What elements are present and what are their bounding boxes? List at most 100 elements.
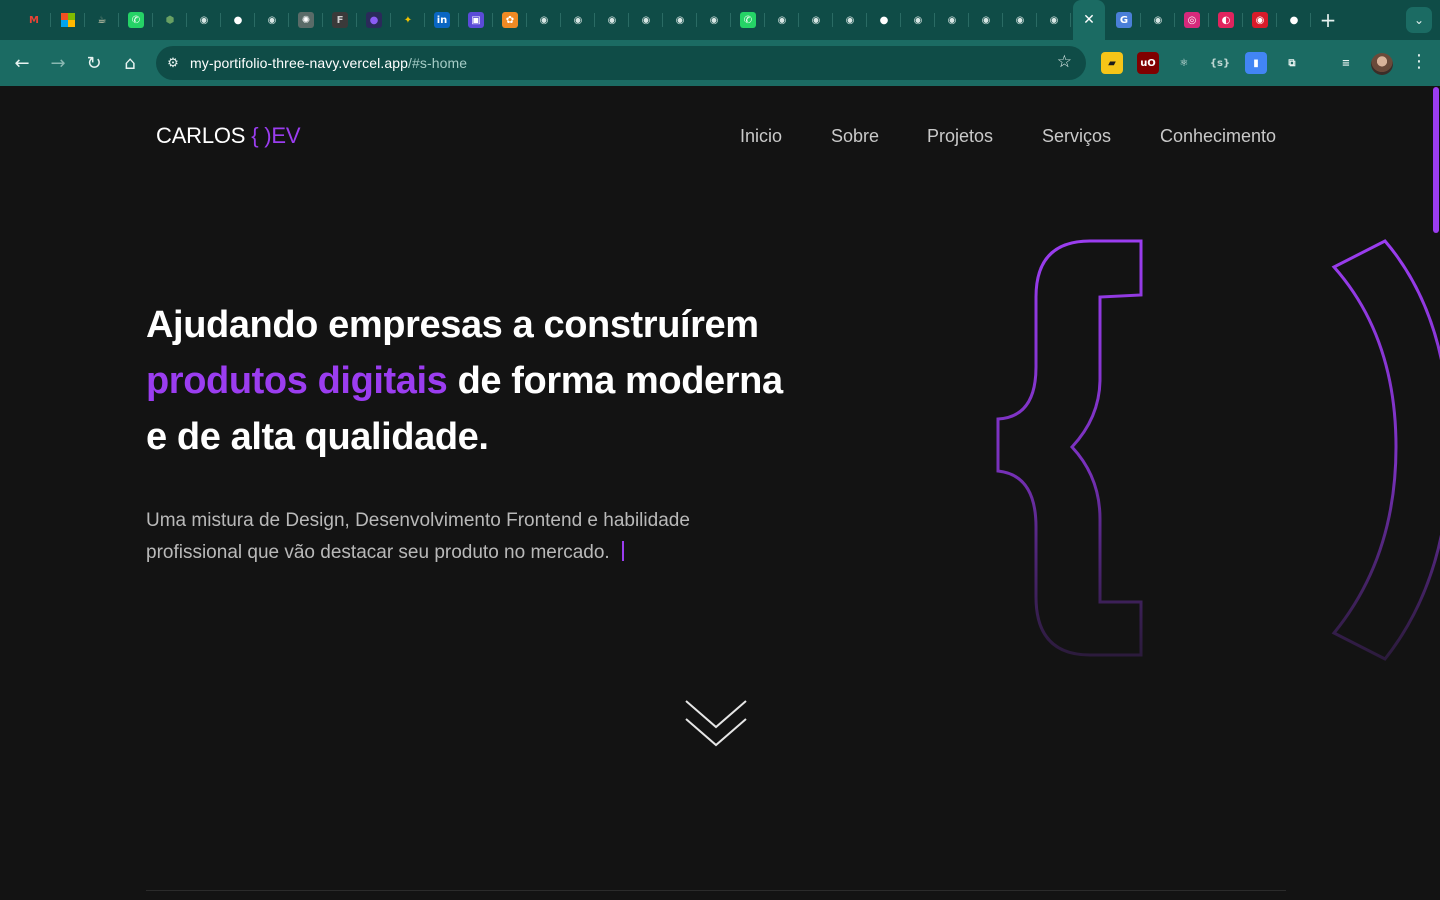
browser-tab[interactable]: ☕	[85, 0, 119, 40]
reload-button[interactable]: ↻	[76, 45, 112, 81]
browser-tab[interactable]: ◉	[561, 0, 595, 40]
browser-tab[interactable]: ◉	[969, 0, 1003, 40]
browser-tabstrip: M ☕ ✆ ⬢ ◉ ● ◉ ✺ F ● ✦ in ▣ ✿ ◉ ◉ ◉ ◉ ◉ ◉ ✆ ◉ ◉ ◉ ● ◉ ◉ ◉ ◉ ◉ ✕ G ◉ ◎ ◐ ◉ ● +	[0, 0, 1440, 40]
app-purple-icon: ▣	[468, 12, 484, 28]
globe-icon: ◉	[607, 14, 617, 26]
globe-icon: ◉	[811, 14, 821, 26]
browser-tab[interactable]: ◉	[697, 0, 731, 40]
browser-tab[interactable]: ●	[221, 0, 255, 40]
nav-conhecimento[interactable]: Conhecimento	[1160, 126, 1276, 147]
browser-tab[interactable]: ✿	[493, 0, 527, 40]
browser-tab[interactable]: ◉	[255, 0, 289, 40]
browser-tab[interactable]: ◉	[1141, 0, 1175, 40]
docs-ext-icon[interactable]: ▮	[1245, 52, 1267, 74]
globe-icon: ◉	[199, 14, 209, 26]
address-bar[interactable]: ⚙ my-portifolio-three-navy.vercel.app/#s…	[156, 46, 1086, 80]
browser-tab[interactable]: ◉	[765, 0, 799, 40]
browser-tab[interactable]: ✺	[289, 0, 323, 40]
hero-headline: Ajudando empresas a construírem produtos…	[146, 297, 846, 465]
nodejs-icon: ⬢	[165, 14, 175, 26]
subtitle-line-1: Uma mistura de Design, Desenvolvimento F…	[146, 510, 690, 531]
browser-tab[interactable]: ✆	[119, 0, 153, 40]
globe-icon: ◉	[641, 14, 651, 26]
browser-tab[interactable]: ◎	[1175, 0, 1209, 40]
site-logo[interactable]: CARLOS { )EV	[156, 123, 301, 149]
github-icon: ●	[879, 14, 889, 26]
github-icon: ●	[1289, 14, 1299, 26]
new-tab-button[interactable]: +	[1311, 0, 1345, 40]
chevron-down-icon: ⌄	[1413, 13, 1425, 27]
json-ext-icon[interactable]: {s}	[1209, 52, 1231, 74]
nav-projetos[interactable]: Projetos	[927, 126, 993, 147]
back-button[interactable]: ←	[4, 45, 40, 81]
browser-tab[interactable]: ◉	[799, 0, 833, 40]
logo-text: CARLOS	[156, 123, 246, 148]
browser-tab[interactable]: ⬢	[153, 0, 187, 40]
coffee-icon: ☕	[97, 14, 107, 26]
globe-icon: ◉	[947, 14, 957, 26]
browser-tab[interactable]: ◉	[1243, 0, 1277, 40]
curly-brace-shape	[996, 239, 1143, 657]
instagram-icon: ◎	[1184, 12, 1200, 28]
nav-inicio[interactable]: Inicio	[740, 126, 782, 147]
profile-avatar[interactable]	[1371, 53, 1393, 75]
browser-tab[interactable]: ◉	[663, 0, 697, 40]
react-devtools-icon[interactable]: ⚛	[1173, 52, 1195, 74]
browser-tab[interactable]: F	[323, 0, 357, 40]
browser-tab[interactable]: ◉	[1037, 0, 1071, 40]
home-button[interactable]: ⌂	[112, 45, 148, 81]
hero-subtitle: Uma mistura de Design, Desenvolvimento F…	[146, 505, 746, 569]
browser-tab[interactable]: ●	[867, 0, 901, 40]
nav-sobre[interactable]: Sobre	[831, 126, 879, 147]
browser-tab[interactable]: ◉	[901, 0, 935, 40]
scrollbar-thumb[interactable]	[1433, 87, 1439, 233]
browser-tab[interactable]: ◐	[1209, 0, 1243, 40]
browser-tab[interactable]	[51, 0, 85, 40]
address-url[interactable]: my-portifolio-three-navy.vercel.app/#s-h…	[190, 55, 467, 71]
arrow-left-icon: ←	[14, 52, 30, 74]
globe-icon: ◉	[777, 14, 787, 26]
browser-tab[interactable]: ◉	[935, 0, 969, 40]
browser-tab[interactable]: ◉	[527, 0, 561, 40]
page-viewport: CARLOS { )EV Inicio Sobre Projetos Servi…	[0, 87, 1440, 900]
browser-tab[interactable]: ✦	[391, 0, 425, 40]
paren-shape	[1331, 239, 1440, 661]
media-queue-icon[interactable]: ≡	[1335, 52, 1357, 74]
browser-tab[interactable]: ◉	[595, 0, 629, 40]
bookmark-star-icon[interactable]: ☆	[1057, 52, 1072, 72]
globe-icon: ◉	[1049, 14, 1059, 26]
folder-ext-icon[interactable]: ▰	[1101, 52, 1123, 74]
globe-icon: ◉	[709, 14, 719, 26]
browser-tab[interactable]: ✆	[731, 0, 765, 40]
scroll-down-chevron-icon[interactable]	[684, 693, 748, 751]
browser-tab[interactable]: ✕	[1073, 0, 1105, 40]
browser-tab[interactable]: G	[1107, 0, 1141, 40]
app-circle-icon: ●	[366, 12, 382, 28]
spark-icon: ✦	[403, 14, 413, 26]
close-icon[interactable]: ✕	[1081, 12, 1097, 28]
globe-icon: ◉	[845, 14, 855, 26]
nav-servicos[interactable]: Serviços	[1042, 126, 1111, 147]
forward-button[interactable]: →	[40, 45, 76, 81]
gmail-icon: M	[29, 14, 39, 26]
tab-separator	[1070, 13, 1071, 27]
globe-icon: ◉	[573, 14, 583, 26]
browser-menu-icon[interactable]: ⋮	[1410, 51, 1428, 72]
browser-tab[interactable]: ●	[1277, 0, 1311, 40]
browser-tab[interactable]: ◉	[833, 0, 867, 40]
browser-tab[interactable]: ●	[357, 0, 391, 40]
browser-tab[interactable]: in	[425, 0, 459, 40]
puzzle-icon[interactable]: ⧉	[1281, 52, 1303, 74]
tab-search-button[interactable]: ⌄	[1406, 7, 1432, 33]
browser-tab[interactable]: ◉	[187, 0, 221, 40]
globe-icon: ◉	[981, 14, 991, 26]
browser-tab[interactable]: ▣	[459, 0, 493, 40]
github-icon: ●	[233, 14, 243, 26]
browser-tab[interactable]: ◉	[1003, 0, 1037, 40]
chatgpt-icon: ✺	[298, 12, 314, 28]
site-info-icon[interactable]: ⚙	[156, 56, 190, 71]
browser-tab[interactable]: M	[17, 0, 51, 40]
ublock-icon[interactable]: uO	[1137, 52, 1159, 74]
browser-tab[interactable]: ◉	[629, 0, 663, 40]
app-orange-icon: ✿	[502, 12, 518, 28]
